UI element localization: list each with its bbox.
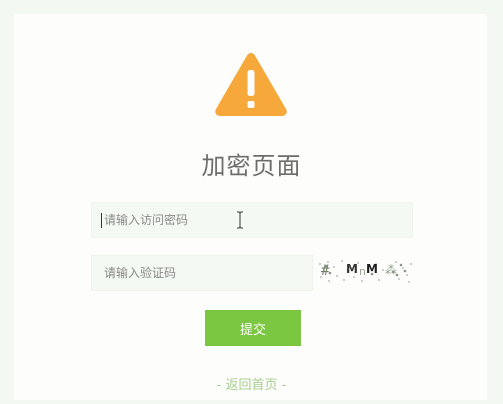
warning-icon xyxy=(215,53,287,116)
captcha-glyph-5: ⁂ xyxy=(385,263,397,277)
back-home-link[interactable]: - 返回首页 - xyxy=(0,374,503,393)
captcha-glyph-1: # xyxy=(321,263,330,279)
page-title: 加密页面 xyxy=(201,152,302,180)
captcha-input[interactable] xyxy=(92,256,312,290)
submit-button[interactable]: 提交 xyxy=(205,310,301,346)
captcha-glyph-4: M xyxy=(366,262,378,276)
captcha-field[interactable] xyxy=(91,255,313,291)
text-caret xyxy=(101,213,102,228)
text-ibeam-cursor-icon xyxy=(237,211,243,229)
password-field[interactable] xyxy=(91,202,413,238)
captcha-glyph-3: n xyxy=(359,265,366,278)
captcha-image[interactable]: # M n M ⁂ xyxy=(317,256,413,286)
password-input[interactable] xyxy=(92,203,412,237)
captcha-glyph-2: M xyxy=(346,262,358,276)
